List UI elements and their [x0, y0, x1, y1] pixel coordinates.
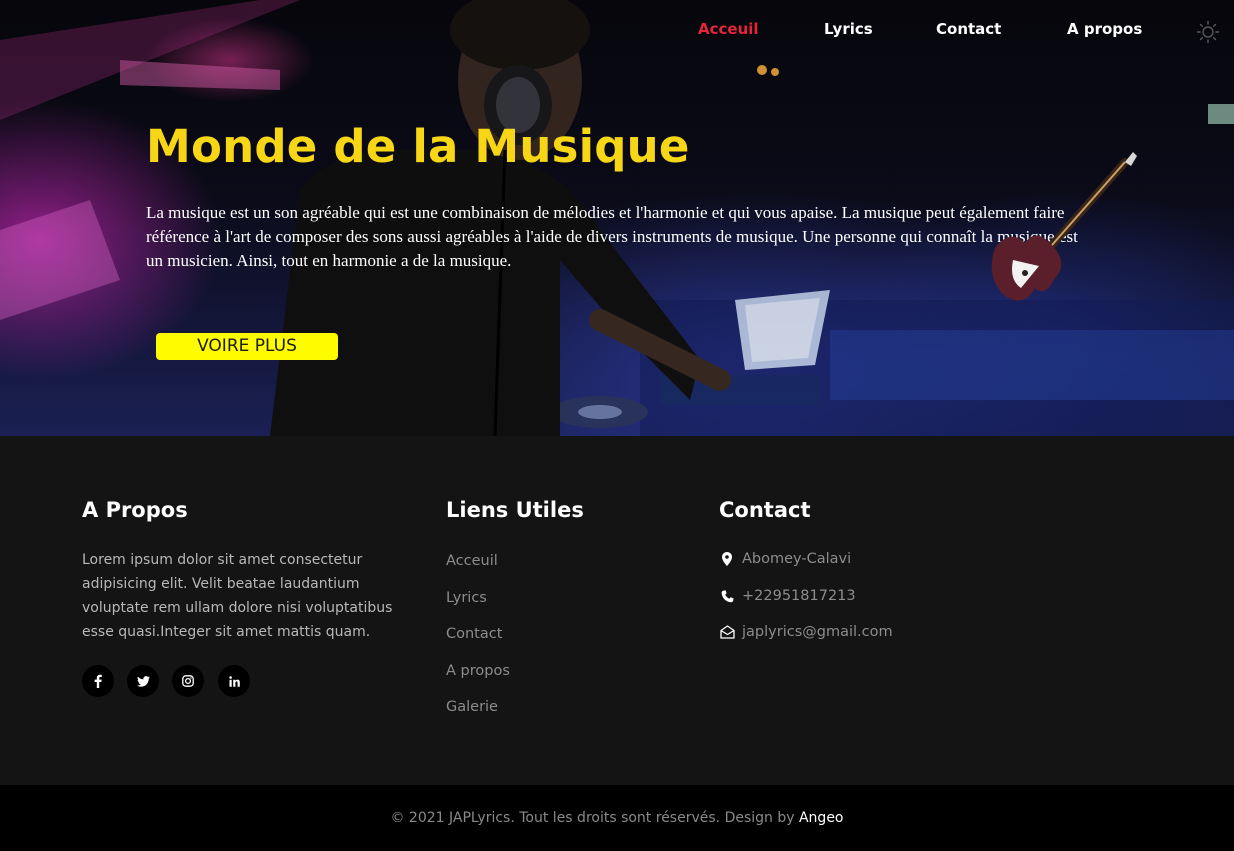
- twitter-icon[interactable]: [127, 665, 159, 697]
- guitar-image: [991, 152, 1137, 301]
- copyright-bar: © 2021 JAPLyrics. Tout les droits sont r…: [0, 785, 1234, 851]
- list-item: Lyrics: [446, 587, 510, 624]
- main-navigation: Acceuil Lyrics Contact A propos: [0, 0, 1234, 58]
- copyright-text: © 2021 JAPLyrics. Tout les droits sont r…: [390, 810, 843, 826]
- links-title: Liens Utiles: [446, 498, 584, 522]
- voir-plus-button[interactable]: VOIRE PLUS: [156, 333, 338, 360]
- contact-address: Abomey-Calavi: [719, 549, 851, 569]
- list-item: Galerie: [446, 696, 510, 733]
- list-item: Acceuil: [446, 550, 510, 587]
- nav-item-contact[interactable]: Contact: [936, 20, 1001, 38]
- footer-link-acceuil[interactable]: Acceuil: [446, 553, 498, 569]
- contact-email: japlyrics@gmail.com: [719, 622, 893, 642]
- email-text[interactable]: japlyrics@gmail.com: [742, 624, 893, 640]
- address-text: Abomey-Calavi: [742, 551, 852, 567]
- footer-link-galerie[interactable]: Galerie: [446, 699, 498, 715]
- phone-text: +22951817213: [742, 588, 856, 604]
- phone-icon: [719, 588, 735, 604]
- useful-links-list: Acceuil Lyrics Contact A propos Galerie: [446, 550, 510, 733]
- list-item: Contact: [446, 623, 510, 660]
- hero-section: Acceuil Lyrics Contact A propos Monde de…: [0, 0, 1234, 436]
- footer-link-contact[interactable]: Contact: [446, 626, 502, 642]
- envelope-open-icon: [719, 624, 735, 640]
- about-text: Lorem ipsum dolor sit amet consectetur a…: [82, 552, 393, 640]
- copyright-label: © 2021 JAPLyrics. Tout les droits sont r…: [390, 810, 799, 826]
- about-title: A Propos: [82, 498, 188, 522]
- footer: A Propos Lorem ipsum dolor sit amet cons…: [0, 436, 1234, 785]
- footer-link-lyrics[interactable]: Lyrics: [446, 590, 487, 606]
- hero-title: Monde de la Musique: [146, 120, 690, 173]
- contact-phone: +22951817213: [719, 586, 856, 606]
- location-pin-icon: [719, 551, 735, 567]
- instagram-icon[interactable]: [172, 665, 204, 697]
- facebook-icon[interactable]: [82, 665, 114, 697]
- linkedin-icon[interactable]: [218, 665, 250, 697]
- nav-item-acceuil[interactable]: Acceuil: [698, 20, 759, 38]
- nav-item-a-propos[interactable]: A propos: [1067, 20, 1142, 38]
- list-item: A propos: [446, 660, 510, 697]
- hero-description: La musique est un son agréable qui est u…: [146, 203, 1078, 270]
- designer-link[interactable]: Angeo: [799, 810, 844, 826]
- nav-item-lyrics[interactable]: Lyrics: [824, 20, 873, 38]
- sun-icon[interactable]: [1196, 20, 1220, 44]
- contact-title: Contact: [719, 498, 811, 522]
- footer-link-a-propos[interactable]: A propos: [446, 663, 510, 679]
